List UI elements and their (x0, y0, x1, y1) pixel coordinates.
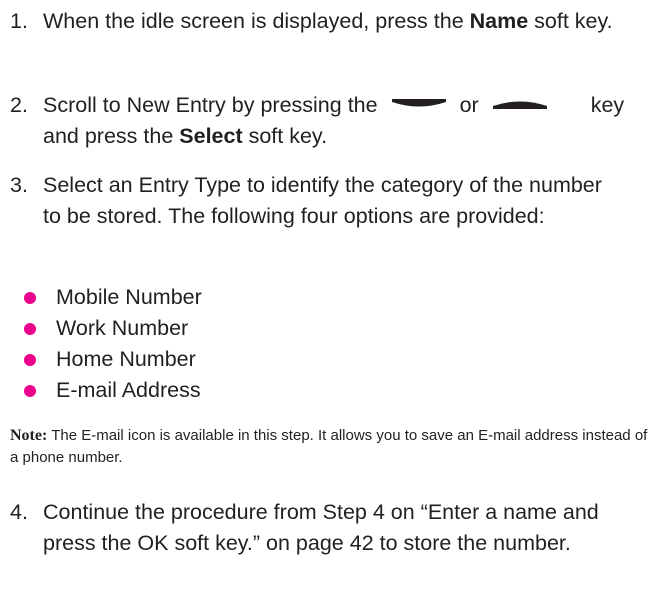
list-item: Home Number (24, 344, 202, 375)
bullet-icon (24, 354, 36, 366)
bullet-icon (24, 292, 36, 304)
step-number: 1. (10, 9, 28, 33)
name-softkey-label: Name (469, 9, 529, 33)
step-text: Scroll to New Entry by pressing the or key… (43, 90, 650, 152)
list-item: Mobile Number (24, 282, 202, 313)
scroll-up-key-icon (492, 99, 547, 110)
step-text: Select an Entry Type to identify the cat… (43, 173, 602, 228)
step-text: Continue the procedure from Step 4 on “E… (43, 500, 599, 555)
step-number: 4. (10, 500, 28, 524)
list-item: E-mail Address (24, 375, 202, 406)
option-label: Home Number (56, 347, 196, 371)
step-4: 4. Continue the procedure from Step 4 on… (10, 497, 650, 559)
step-text: When the idle screen is displayed, press… (43, 6, 650, 37)
step-number: 3. (10, 173, 28, 197)
note-text: The E-mail icon is available in this ste… (10, 427, 648, 466)
step-text-part: soft key. (528, 9, 613, 33)
step-3: 3. Select an Entry Type to identify the … (10, 170, 620, 232)
bullet-icon (24, 385, 36, 397)
step-text-part: Scroll to New Entry by pressing the (43, 93, 378, 117)
step-text-part: When the idle screen is displayed, press… (43, 9, 470, 33)
option-label: Work Number (56, 316, 189, 340)
manual-page: 1. When the idle screen is displayed, pr… (0, 0, 654, 604)
step-text-part: soft key. (242, 124, 328, 148)
step-number: 2. (10, 93, 28, 117)
option-label: Mobile Number (56, 285, 202, 309)
entry-type-list: Mobile Number Work Number Home Number E-… (24, 282, 202, 406)
or-word: or (459, 93, 479, 117)
note: Note: The E-mail icon is available in th… (10, 425, 650, 469)
step-1: 1. When the idle screen is displayed, pr… (10, 6, 650, 37)
bullet-icon (24, 323, 36, 335)
select-softkey-label: Select (179, 124, 243, 148)
list-item: Work Number (24, 313, 202, 344)
option-label: E-mail Address (56, 378, 201, 402)
note-label: Note: (10, 427, 48, 444)
step-2: 2. Scroll to New Entry by pressing the or… (10, 90, 650, 152)
scroll-down-key-icon (391, 99, 446, 109)
